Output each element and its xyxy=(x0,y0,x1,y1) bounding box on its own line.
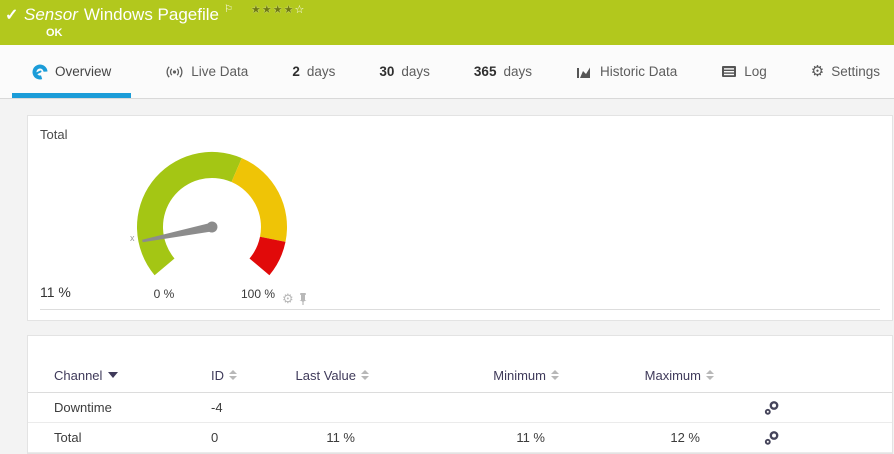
column-header-channel[interactable]: Channel xyxy=(54,368,211,383)
gauge-panel: Total x 0 % 100 % 11 % ⚙ xyxy=(27,115,893,321)
sensor-title-prefix: Sensor xyxy=(24,5,78,25)
tab-2-days[interactable]: 2 days xyxy=(292,45,335,98)
star-icon[interactable]: ☆ xyxy=(294,3,305,16)
tab-log[interactable]: Log xyxy=(721,45,767,98)
tab-number: 365 xyxy=(474,64,497,79)
total-gauge-chart: x 0 % 100 % xyxy=(120,140,310,308)
tab-label: Overview xyxy=(55,64,111,79)
star-icon[interactable]: ★ xyxy=(251,3,262,16)
channel-settings-gears-icon[interactable] xyxy=(764,430,780,446)
gauge-footer-icons: ⚙ xyxy=(282,292,308,305)
flag-icon[interactable]: ⚐ xyxy=(224,4,233,15)
tab-30-days[interactable]: 30 days xyxy=(379,45,430,98)
channel-minimum: 11 % xyxy=(369,430,559,445)
sensor-status-header: ✓ Sensor Windows Pagefile ⚐ ★★★★☆ OK xyxy=(0,0,894,45)
tab-label: Log xyxy=(744,64,767,79)
sort-icon xyxy=(361,370,369,380)
status-badge: OK xyxy=(46,27,63,39)
column-header-minimum[interactable]: Minimum xyxy=(369,368,559,383)
tab-historic-data[interactable]: Historic Data xyxy=(576,45,677,98)
gear-icon: ⚙ xyxy=(811,64,824,79)
column-header-label: ID xyxy=(211,368,224,383)
gauge-max-label: 100 % xyxy=(241,287,275,301)
channel-id: -4 xyxy=(211,400,299,415)
tab-settings[interactable]: ⚙ Settings xyxy=(811,45,880,98)
sensor-title-name: Windows Pagefile xyxy=(84,5,219,25)
ok-check-icon: ✓ xyxy=(5,5,18,25)
column-header-label: Maximum xyxy=(645,368,701,383)
channel-name[interactable]: Downtime xyxy=(54,400,211,415)
table-row-total: Total 0 11 % 11 % 12 % xyxy=(28,423,892,453)
column-header-maximum[interactable]: Maximum xyxy=(559,368,714,383)
sort-icon xyxy=(551,370,559,380)
needle-tip-marker: x xyxy=(130,233,135,243)
channel-id: 0 xyxy=(211,430,299,445)
channel-table-header-row: Channel ID Last Value Minimum Maximum xyxy=(28,336,892,393)
sort-descending-icon xyxy=(108,372,118,378)
channel-table-panel: Channel ID Last Value Minimum Maximum xyxy=(27,335,893,454)
star-icon[interactable]: ★ xyxy=(273,3,284,16)
tab-live-data[interactable]: Live Data xyxy=(165,45,248,98)
channel-maximum: 12 % xyxy=(559,430,714,445)
pin-icon[interactable] xyxy=(298,292,308,305)
gauge-footer-divider xyxy=(40,309,880,310)
gauge-settings-gear-icon[interactable]: ⚙ xyxy=(282,292,294,305)
tab-label: Settings xyxy=(831,64,880,79)
tab-bar: Overview Live Data 2 days 30 days 365 da… xyxy=(0,45,894,99)
broadcast-icon xyxy=(165,65,184,79)
tab-overview[interactable]: Overview xyxy=(22,45,121,98)
tab-label: days xyxy=(503,64,532,79)
star-icon[interactable]: ★ xyxy=(284,3,295,16)
sensor-title: Sensor Windows Pagefile ⚐ ★★★★☆ xyxy=(24,5,305,25)
column-header-label: Minimum xyxy=(493,368,546,383)
tab-number: 30 xyxy=(379,64,394,79)
column-header-last-value[interactable]: Last Value xyxy=(299,368,369,383)
priority-stars[interactable]: ★★★★☆ xyxy=(251,3,305,16)
column-header-id[interactable]: ID xyxy=(211,368,299,383)
column-header-label: Last Value xyxy=(296,368,356,383)
gauge-min-label: 0 % xyxy=(154,287,175,301)
gauge-ok-zone xyxy=(137,152,242,275)
sort-icon xyxy=(706,370,714,380)
column-header-label: Channel xyxy=(54,368,102,383)
channel-last-value: 11 % xyxy=(299,430,369,445)
channel-settings-gears-icon[interactable] xyxy=(764,400,780,416)
tab-label: Historic Data xyxy=(600,64,677,79)
log-icon xyxy=(721,65,737,78)
area-chart-icon xyxy=(576,65,593,79)
channel-name[interactable]: Total xyxy=(54,430,211,445)
tab-365-days[interactable]: 365 days xyxy=(474,45,532,98)
tab-number: 2 xyxy=(292,64,300,79)
gauge-current-value: 11 % xyxy=(40,284,71,300)
table-row-downtime: Downtime -4 xyxy=(28,393,892,423)
tab-label: days xyxy=(401,64,430,79)
gauge-error-zone xyxy=(250,237,286,276)
gauge-warning-zone xyxy=(232,158,288,242)
tab-label: days xyxy=(307,64,336,79)
gauge-channel-title: Total xyxy=(40,127,67,142)
tab-label: Live Data xyxy=(191,64,248,79)
star-icon[interactable]: ★ xyxy=(262,3,273,16)
prtg-sensor-page: ✓ Sensor Windows Pagefile ⚐ ★★★★☆ OK Ove… xyxy=(0,0,894,454)
sort-icon xyxy=(229,370,237,380)
gauge-icon xyxy=(32,64,48,80)
